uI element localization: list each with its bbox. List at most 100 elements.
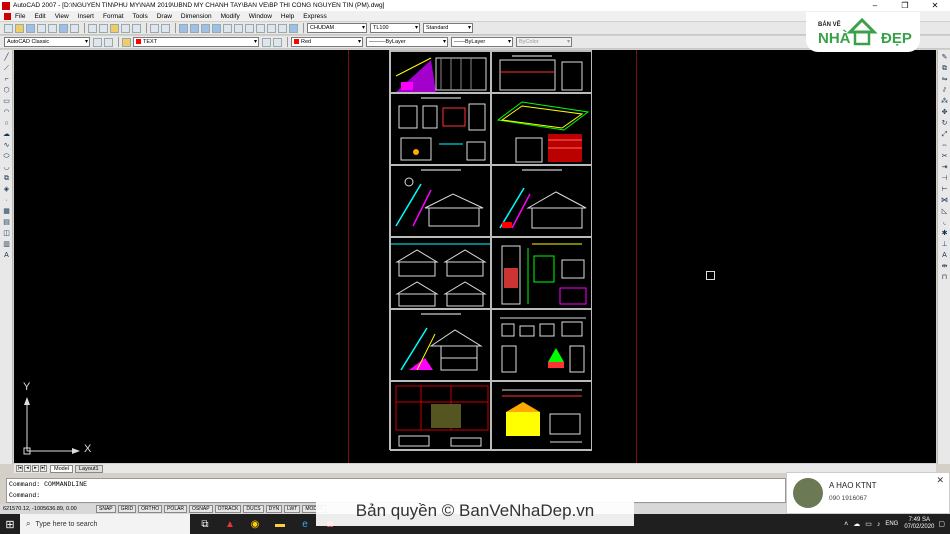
paste-icon[interactable] [110, 23, 119, 33]
circle-icon[interactable]: ○ [2, 120, 11, 128]
drawing-panel[interactable] [491, 51, 592, 93]
cut-icon[interactable] [88, 23, 97, 33]
new-icon[interactable] [4, 23, 13, 33]
spline-icon[interactable]: ∿ [2, 142, 11, 150]
ducs-toggle[interactable]: DUCS [243, 505, 264, 513]
cloud-icon[interactable]: ☁ [853, 520, 860, 528]
ortho-toggle[interactable]: ORTHO [138, 505, 163, 513]
insert-block-icon[interactable]: ⧉ [2, 175, 11, 183]
workspace-settings-icon[interactable] [93, 37, 102, 47]
document-icon[interactable] [4, 12, 11, 20]
markup-icon[interactable] [267, 23, 276, 33]
drawing-panel[interactable] [491, 165, 592, 237]
drawing-panel[interactable] [390, 165, 491, 237]
move-icon[interactable]: ✥ [940, 109, 949, 117]
line-icon[interactable]: ╱ [2, 54, 11, 62]
last-tab-icon[interactable]: ▸| [40, 465, 47, 472]
lwt-toggle[interactable]: LWT [284, 505, 301, 513]
first-tab-icon[interactable]: |◂ [16, 465, 23, 472]
pan-icon[interactable] [179, 23, 188, 33]
drawing-panel[interactable] [390, 381, 491, 451]
copy-object-icon[interactable]: ⧉ [940, 65, 949, 73]
menu-draw[interactable]: Draw [157, 13, 172, 20]
grid-toggle[interactable]: GRID [117, 505, 137, 513]
menu-edit[interactable]: Edit [34, 13, 45, 20]
taskbar-search[interactable]: ⌕ Type here to search [20, 514, 190, 534]
ellipse-icon[interactable]: ⬭ [2, 153, 11, 161]
zoom-previous-icon[interactable] [212, 23, 221, 33]
table-style-select[interactable]: Standard [423, 23, 473, 33]
make-block-icon[interactable]: ◈ [2, 186, 11, 194]
drawing-panel[interactable] [491, 93, 592, 165]
copy-icon[interactable] [99, 23, 108, 33]
osnap-toggle[interactable]: OSNAP [189, 505, 213, 513]
chrome-icon[interactable]: ◉ [245, 514, 265, 534]
prev-tab-icon[interactable]: ◂ [24, 465, 31, 472]
coordinate-readout[interactable]: 621570.12, -1005636.89, 0.00 [3, 506, 96, 512]
plot-icon[interactable] [70, 23, 79, 33]
close-button[interactable]: ✕ [920, 0, 950, 11]
point-icon[interactable]: · [2, 197, 11, 205]
menu-tools[interactable]: Tools [133, 13, 148, 20]
sheet-set-icon[interactable] [256, 23, 265, 33]
otrack-toggle[interactable]: OTRACK [214, 505, 242, 513]
make-current-layer-icon[interactable] [262, 37, 271, 47]
extend-icon[interactable]: ⇥ [940, 164, 949, 172]
properties-icon[interactable] [223, 23, 232, 33]
drawing-panel[interactable] [390, 237, 491, 309]
tab-layout1[interactable]: Layout1 [74, 464, 103, 473]
menu-view[interactable]: View [55, 13, 69, 20]
color-select[interactable]: Red [291, 37, 363, 47]
scale-icon[interactable]: ⤢ [940, 131, 949, 139]
match-properties-icon[interactable] [121, 23, 130, 33]
redo-icon[interactable] [161, 23, 170, 33]
break-at-point-icon[interactable]: ⊣ [940, 175, 949, 183]
open-icon[interactable] [15, 23, 24, 33]
lineweight-select[interactable]: ——ByLayer [451, 37, 513, 47]
design-center-icon[interactable] [234, 23, 243, 33]
menu-help[interactable]: Help [281, 13, 294, 20]
ellipse-arc-icon[interactable]: ◡ [2, 164, 11, 172]
chevron-up-icon[interactable]: ˄ [844, 521, 848, 528]
menu-window[interactable]: Window [249, 13, 272, 20]
erase-icon[interactable]: ✎ [940, 54, 949, 62]
dim-style-select[interactable]: TL100 [370, 23, 420, 33]
contact-notification[interactable]: A HAO KTNT 090 1916067 ✕ [786, 472, 950, 514]
drawing-panel[interactable] [491, 381, 592, 451]
clock[interactable]: 7:49 SA 07/02/2020 [904, 517, 934, 531]
array-icon[interactable]: ⁂ [940, 98, 949, 106]
print-icon[interactable] [37, 23, 46, 33]
network-icon[interactable]: ▭ [865, 520, 872, 528]
workspace-select[interactable]: AutoCAD Classic [4, 37, 90, 47]
plotstyle-select[interactable]: ByColor [516, 37, 572, 47]
drawing-panel[interactable] [390, 309, 491, 381]
print-preview-icon[interactable] [48, 23, 57, 33]
zoom-realtime-icon[interactable] [190, 23, 199, 33]
polyline-icon[interactable]: ⌐ [2, 76, 11, 84]
text-style-icon[interactable]: A [940, 252, 949, 260]
zoom-window-icon[interactable] [201, 23, 210, 33]
hatch-icon[interactable]: ▦ [2, 208, 11, 216]
tool-palettes-icon[interactable] [245, 23, 254, 33]
join-icon[interactable]: ⋈ [940, 197, 949, 205]
volume-icon[interactable]: ♪ [877, 521, 881, 528]
dim-style-icon[interactable]: ⇹ [940, 263, 949, 271]
menu-modify[interactable]: Modify [221, 13, 240, 20]
dimension-icon[interactable]: ⊥ [940, 241, 949, 249]
drawing-panel[interactable] [390, 51, 491, 93]
drawing-panel[interactable] [390, 93, 491, 165]
dyn-toggle[interactable]: DYN [265, 505, 283, 513]
menu-insert[interactable]: Insert [78, 13, 94, 20]
linear-dimension-icon[interactable]: ⊓ [940, 274, 949, 282]
task-view-icon[interactable]: ⧉ [195, 514, 215, 534]
multiline-text-icon[interactable]: A [2, 252, 11, 260]
drawing-panel[interactable] [491, 237, 592, 309]
menu-format[interactable]: Format [103, 13, 124, 20]
layer-manager-icon[interactable] [104, 37, 113, 47]
undo-icon[interactable] [150, 23, 159, 33]
menu-dimension[interactable]: Dimension [181, 13, 212, 20]
close-icon[interactable]: ✕ [936, 475, 944, 486]
snap-toggle[interactable]: SNAP [96, 505, 116, 513]
table-icon[interactable]: ▥ [2, 241, 11, 249]
block-editor-icon[interactable] [132, 23, 141, 33]
